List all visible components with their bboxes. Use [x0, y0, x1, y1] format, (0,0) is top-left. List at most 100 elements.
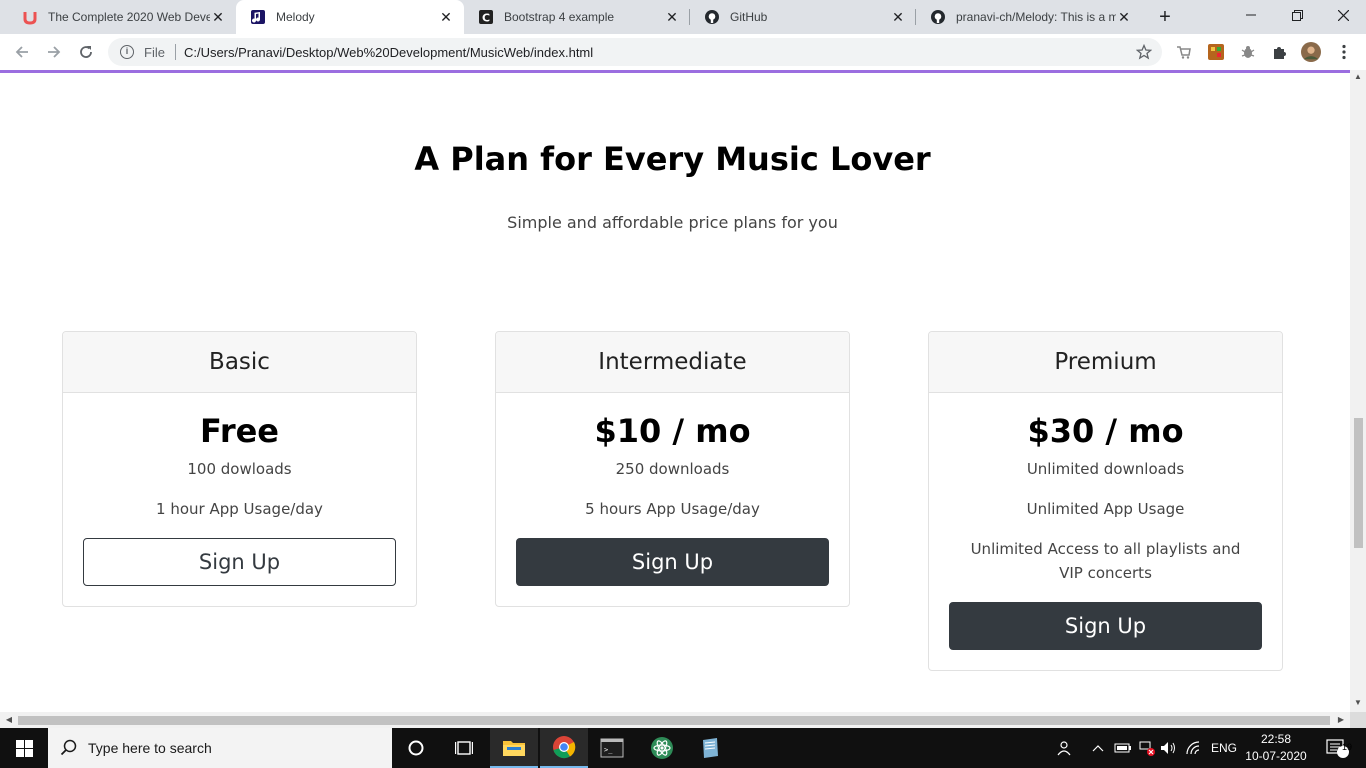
c-logo-icon: C [478, 9, 494, 25]
pricing-heading: A Plan for Every Music Lover [414, 140, 931, 178]
terminal-taskbar-button[interactable]: >_ [588, 728, 636, 768]
taskbar: Type here to search >_ ENG 22:58 10-07-2… [0, 728, 1366, 768]
vertical-scroll-thumb[interactable] [1354, 418, 1363, 548]
people-icon[interactable] [1052, 728, 1074, 768]
svg-text:>_: >_ [604, 746, 613, 754]
tab-strip: The Complete 2020 Web Devel ✕ Melody ✕ C… [0, 0, 1366, 34]
task-view-icon [455, 741, 473, 755]
reload-icon [80, 46, 92, 58]
plan-card-intermediate: Intermediate $10 / mo 250 downloads 5 ho… [495, 331, 850, 607]
reload-button[interactable] [72, 38, 100, 66]
plan-body: Free 100 dowloads 1 hour App Usage/day S… [63, 393, 416, 606]
language-indicator[interactable]: ENG [1208, 728, 1240, 768]
forward-button[interactable] [40, 38, 68, 66]
show-hidden-icons-chevron-icon[interactable] [1088, 728, 1108, 768]
clock-time: 22:58 [1260, 732, 1292, 746]
sign-up-button-intermediate[interactable]: Sign Up [516, 538, 829, 586]
close-tab-icon[interactable]: ✕ [1116, 9, 1132, 25]
action-center-button[interactable]: 19 [1318, 728, 1358, 768]
sign-up-button-premium[interactable]: Sign Up [949, 602, 1262, 650]
plan-card-basic: Basic Free 100 dowloads 1 hour App Usage… [62, 331, 417, 607]
plan-price: Free [200, 412, 279, 450]
battery-icon[interactable] [1112, 728, 1134, 768]
game-extension-icon[interactable] [1206, 42, 1226, 62]
windows-start-button[interactable] [0, 728, 48, 768]
file-explorer-taskbar-button[interactable] [490, 728, 538, 768]
tab-github[interactable]: GitHub ✕ [690, 0, 916, 34]
horizontal-scrollbar[interactable]: ◀ ▶ [0, 712, 1350, 728]
search-placeholder: Type here to search [88, 740, 212, 756]
restore-button[interactable] [1274, 0, 1320, 30]
pricing-subheading: Simple and affordable price plans for yo… [507, 213, 838, 232]
chrome-taskbar-button[interactable] [540, 728, 588, 768]
scroll-left-arrow-icon[interactable]: ◀ [2, 712, 16, 728]
tab-github-repo[interactable]: pranavi-ch/Melody: This is a m ✕ [916, 0, 1142, 34]
taskbar-search-box[interactable]: Type here to search [48, 728, 392, 768]
browser-toolbar: i File C:/Users/Pranavi/Desktop/Web%20De… [0, 34, 1366, 70]
bug-extension-icon[interactable] [1238, 42, 1258, 62]
music-note-icon [250, 9, 266, 25]
plan-price: $30 / mo [1027, 412, 1184, 450]
profile-avatar[interactable] [1301, 42, 1321, 62]
chrome-icon [553, 736, 576, 759]
new-tab-button[interactable]: + [1155, 7, 1175, 27]
tab-melody[interactable]: Melody ✕ [236, 0, 464, 34]
back-button[interactable] [8, 38, 36, 66]
tab-label: The Complete 2020 Web Devel [48, 10, 210, 24]
vertical-scrollbar[interactable]: ▲ ▼ [1350, 70, 1366, 712]
horizontal-scroll-thumb[interactable] [18, 716, 1330, 725]
tab-label: pranavi-ch/Melody: This is a m [956, 10, 1116, 24]
atom-icon [651, 737, 673, 759]
app-taskbar-button[interactable] [686, 728, 734, 768]
scroll-up-arrow-icon[interactable]: ▲ [1350, 72, 1366, 84]
plan-feature: 5 hours App Usage/day [585, 500, 760, 518]
puzzle-extensions-icon[interactable] [1270, 42, 1290, 62]
udemy-icon [22, 9, 38, 25]
clock-date: 10-07-2020 [1245, 749, 1307, 763]
plan-body: $10 / mo 250 downloads 5 hours App Usage… [496, 393, 849, 606]
windows-logo-icon [15, 739, 33, 757]
tab-label: GitHub [730, 10, 768, 24]
info-icon[interactable]: i [120, 45, 134, 59]
sign-up-button-basic[interactable]: Sign Up [83, 538, 396, 586]
page-viewport: A Plan for Every Music Lover Simple and … [0, 73, 1350, 712]
close-tab-icon[interactable]: ✕ [438, 9, 454, 25]
scroll-right-arrow-icon[interactable]: ▶ [1334, 712, 1348, 728]
notification-count-badge: 19 [1342, 742, 1353, 752]
task-view-button[interactable] [440, 728, 488, 768]
tab-udemy[interactable]: The Complete 2020 Web Devel ✕ [8, 0, 236, 34]
volume-icon[interactable] [1158, 728, 1180, 768]
terminal-icon: >_ [600, 738, 624, 758]
close-tab-icon[interactable]: ✕ [664, 9, 680, 25]
minimize-button[interactable] [1228, 0, 1274, 30]
url-text[interactable]: C:/Users/Pranavi/Desktop/Web%20Developme… [184, 45, 1136, 60]
github-icon [930, 9, 946, 25]
close-tab-icon[interactable]: ✕ [890, 9, 906, 25]
wifi-icon[interactable] [1184, 728, 1206, 768]
network-disconnected-icon[interactable] [1136, 728, 1158, 768]
tab-label: Melody [276, 10, 315, 24]
tab-bootstrap[interactable]: C Bootstrap 4 example ✕ [464, 0, 690, 34]
file-scheme-label: File [144, 44, 165, 60]
plan-feature: Unlimited Access to all playlists and VI… [970, 540, 1241, 582]
cortana-button[interactable] [392, 728, 440, 768]
cortana-circle-icon [408, 740, 424, 756]
plan-card-premium: Premium $30 / mo Unlimited downloads Unl… [928, 331, 1283, 671]
address-bar[interactable]: i File C:/Users/Pranavi/Desktop/Web%20De… [108, 38, 1162, 66]
close-tab-icon[interactable]: ✕ [210, 9, 226, 25]
plan-feature: Unlimited App Usage [1026, 500, 1185, 518]
taskbar-clock[interactable]: 22:58 10-07-2020 [1240, 731, 1312, 765]
close-window-button[interactable] [1320, 0, 1366, 30]
plan-name: Basic [63, 332, 416, 393]
shopping-cart-extension-icon[interactable] [1174, 42, 1194, 62]
plan-name: Premium [929, 332, 1282, 393]
address-separator [174, 44, 176, 60]
tab-label: Bootstrap 4 example [504, 10, 615, 24]
atom-taskbar-button[interactable] [638, 728, 686, 768]
plan-feature: 100 dowloads [187, 460, 292, 478]
menu-kebab-icon[interactable] [1334, 42, 1354, 62]
plan-price: $10 / mo [594, 412, 751, 450]
scroll-down-arrow-icon[interactable]: ▼ [1350, 698, 1366, 710]
bookmark-star-icon[interactable] [1135, 43, 1153, 60]
plan-feature: 250 downloads [615, 460, 730, 478]
